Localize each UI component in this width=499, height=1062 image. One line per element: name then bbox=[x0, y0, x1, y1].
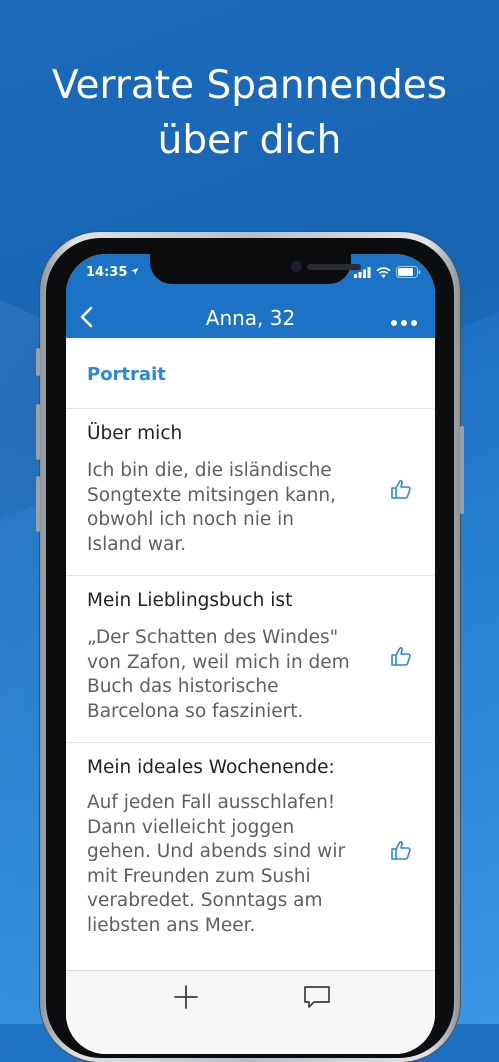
wifi-icon bbox=[376, 266, 391, 278]
section-text: Auf jeden Fall ausschlafen! Dann viellei… bbox=[87, 792, 346, 936]
status-icons bbox=[354, 266, 421, 278]
phone-notch bbox=[150, 254, 361, 284]
speaker-grille bbox=[307, 264, 361, 270]
section-title: Über mich bbox=[87, 423, 183, 444]
section-text: „Der Schatten des Windes" von Zafon, wei… bbox=[87, 627, 350, 722]
thumbs-up-icon[interactable] bbox=[389, 477, 413, 501]
thumbs-up-icon[interactable] bbox=[389, 838, 413, 862]
more-dots-icon bbox=[411, 320, 417, 326]
portrait-tab[interactable]: Portrait bbox=[66, 338, 435, 409]
more-dots-icon bbox=[391, 320, 397, 326]
section-title: Mein ideales Wochenende: bbox=[87, 757, 335, 778]
section-title: Mein Lieblingsbuch ist bbox=[87, 590, 293, 611]
section-lieblingsbuch: Mein Lieblingsbuch ist „Der Schatten des… bbox=[66, 576, 435, 743]
plus-icon[interactable] bbox=[172, 983, 200, 1011]
profile-name-title: Anna, 32 bbox=[205, 306, 296, 330]
chat-bubble-icon[interactable] bbox=[302, 983, 332, 1011]
phone-volume-up-button bbox=[36, 404, 40, 460]
phone-volume-down-button bbox=[36, 476, 40, 532]
more-options-button[interactable] bbox=[391, 311, 423, 326]
location-arrow-icon bbox=[130, 267, 139, 276]
front-camera bbox=[291, 261, 302, 272]
headline-line-2: über dich bbox=[157, 118, 342, 163]
headline-line-1: Verrate Spannendes bbox=[51, 63, 448, 108]
thumbs-up-icon[interactable] bbox=[389, 644, 413, 668]
section-text: Ich bin die, die isländische Songtexte m… bbox=[87, 460, 337, 555]
phone-screen: 14:35 Anna, 32 Portrait Über mich Ich bi… bbox=[66, 254, 435, 1054]
portrait-label: Portrait bbox=[87, 364, 166, 385]
battery-icon bbox=[396, 266, 421, 278]
status-time: 14:35 bbox=[86, 265, 128, 280]
phone-side-button bbox=[36, 348, 40, 376]
promo-headline: Verrate Spannendes über dich bbox=[0, 58, 499, 168]
section-ueber-mich: Über mich Ich bin die, die isländische S… bbox=[66, 409, 435, 576]
more-dots-icon bbox=[401, 320, 407, 326]
bottom-toolbar bbox=[66, 970, 435, 1054]
phone-power-button bbox=[460, 426, 464, 514]
section-ideales-wochenende: Mein ideales Wochenende: Auf jeden Fall … bbox=[66, 743, 435, 969]
